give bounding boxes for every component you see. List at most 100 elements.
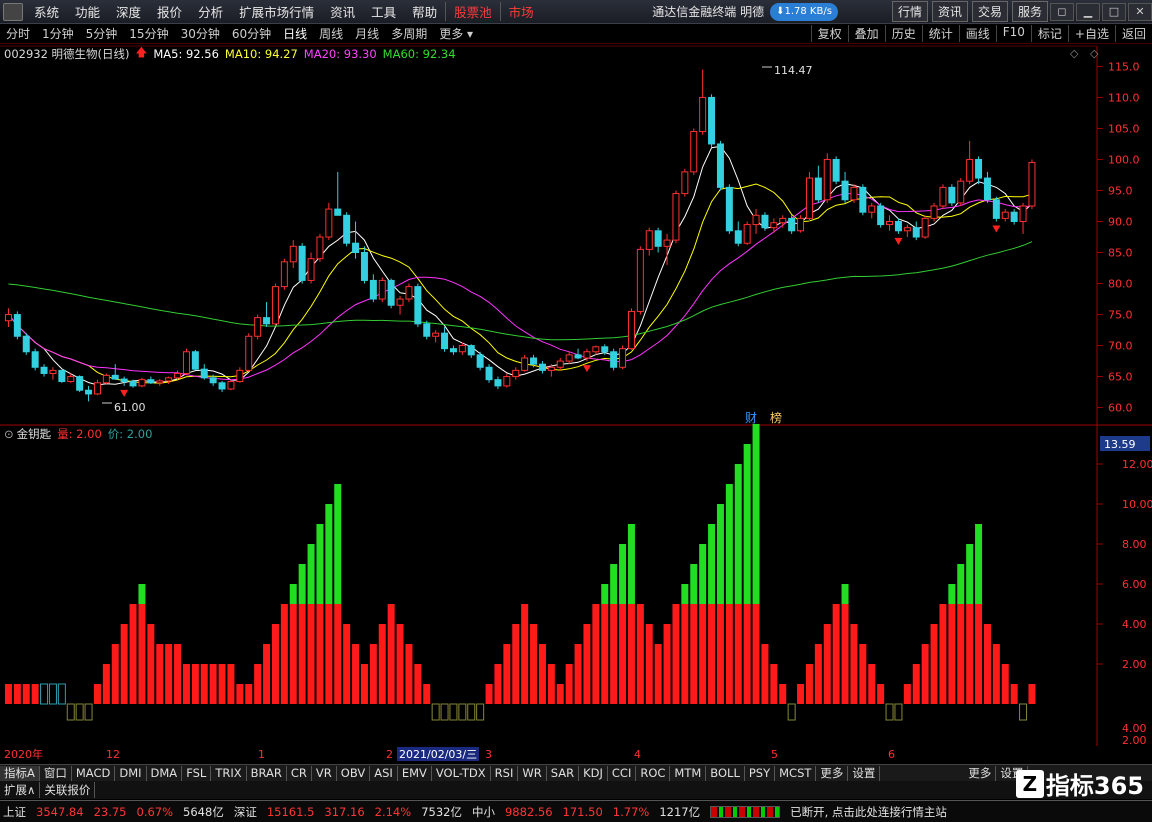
period-weekly[interactable]: 周线 (313, 25, 349, 42)
connection-status[interactable]: 已断开, 点击此处连接行情主站 (790, 804, 947, 820)
tab-vr[interactable]: VR (312, 765, 337, 781)
period-15min[interactable]: 15分钟 (123, 25, 174, 42)
tab-trix[interactable]: TRIX (211, 765, 247, 781)
tab-brar[interactable]: BRAR (247, 765, 287, 781)
trade-button[interactable]: 交易 (971, 1, 1008, 22)
period-1min[interactable]: 1分钟 (36, 25, 80, 42)
menu-item-help[interactable]: 帮助 (404, 2, 445, 21)
tool-mark[interactable]: 标记 (1030, 25, 1068, 42)
menu-item-analysis[interactable]: 分析 (190, 2, 231, 21)
period-daily[interactable]: 日线 (277, 25, 313, 42)
period-5min[interactable]: 5分钟 (80, 25, 124, 42)
candle-body (254, 317, 262, 337)
maximize-window-icon[interactable]: □ (1102, 2, 1126, 21)
sz-index-name[interactable]: 深证 (234, 804, 257, 820)
period-60min[interactable]: 60分钟 (226, 25, 277, 42)
tab-more[interactable]: 更多 (816, 765, 849, 781)
tab-mcst[interactable]: MCST (775, 765, 817, 781)
tab-wr[interactable]: WR (518, 765, 547, 781)
menu-item-function[interactable]: 功能 (67, 2, 108, 21)
indicator-bar-neutral (449, 703, 458, 721)
menu-item-system[interactable]: 系统 (26, 2, 67, 21)
sz-index-value: 15161.5 (266, 804, 315, 819)
service-button[interactable]: 服务 (1011, 1, 1048, 22)
tab-sar[interactable]: SAR (547, 765, 580, 781)
candle-body (182, 351, 190, 374)
tab-more-right[interactable]: 更多 (964, 765, 997, 781)
candle-body (877, 205, 885, 226)
period-30min[interactable]: 30分钟 (175, 25, 226, 42)
tab-dma[interactable]: DMA (147, 765, 183, 781)
tool-back[interactable]: 返回 (1114, 25, 1152, 42)
menu-item-depth[interactable]: 深度 (108, 2, 149, 21)
indicator-bar-red (405, 644, 413, 704)
tab-cci[interactable]: CCI (608, 765, 637, 781)
tool-statistics[interactable]: 统计 (921, 25, 959, 42)
tool-history[interactable]: 历史 (884, 25, 922, 42)
sh-index-change: 23.75 (93, 804, 127, 819)
indicator-bar-neutral (431, 703, 440, 721)
zx-index-name[interactable]: 中小 (472, 804, 495, 820)
tool-f10[interactable]: F10 (995, 25, 1031, 42)
menu-item-quote[interactable]: 报价 (149, 2, 190, 21)
candle-body (921, 217, 929, 238)
indicator-bar-green (289, 584, 297, 604)
menu-item-ext-market[interactable]: 扩展市场行情 (231, 2, 322, 21)
ranking-badge[interactable]: 榜 (770, 410, 782, 425)
chart-area[interactable]: 115.0 110.0 105.0 100.0 95.0 90.0 85.0 80.0 75.0… (0, 44, 1152, 746)
menu-item-tools[interactable]: 工具 (363, 2, 404, 21)
tool-adjust[interactable]: 复权 (810, 25, 848, 42)
related-quotes-button[interactable]: 关联报价 (40, 782, 96, 798)
menu-item-stock-pool[interactable]: 股票池 (445, 2, 500, 21)
candle-body (1001, 211, 1009, 219)
tab-emv[interactable]: EMV (398, 765, 432, 781)
tab-vol-tdx[interactable]: VOL-TDX (432, 765, 491, 781)
indicator-bar-red (236, 684, 244, 704)
menu-item-info[interactable]: 资讯 (322, 2, 363, 21)
tab-asi[interactable]: ASI (370, 765, 398, 781)
indicator-bar-red (547, 664, 555, 704)
indicator-bar-green (298, 564, 306, 604)
minimize-window-icon[interactable]: ▁ (1076, 2, 1100, 21)
tool-add-watchlist[interactable]: +自选 (1067, 25, 1115, 42)
tool-overlay[interactable]: 叠加 (847, 25, 885, 42)
tab-psy[interactable]: PSY (745, 765, 776, 781)
indicator-bar-green (752, 424, 760, 604)
menu-item-market[interactable]: 市场 (499, 2, 542, 21)
tab-roc[interactable]: ROC (636, 765, 671, 781)
expand-button[interactable]: 扩展∧ (0, 782, 41, 798)
quotes-button[interactable]: 行情 (891, 1, 928, 22)
indicator-bar-green (743, 444, 751, 604)
tab-cr[interactable]: CR (287, 765, 312, 781)
period-intraday[interactable]: 分时 (0, 25, 36, 42)
indicator-tick-label: 12.00 (1122, 458, 1152, 471)
close-window-icon[interactable]: ✕ (1128, 2, 1152, 21)
tab-macd[interactable]: MACD (72, 765, 116, 781)
indicator-toggle-icon[interactable]: ⊙ (4, 427, 14, 441)
period-more[interactable]: 更多 ▾ (433, 25, 479, 42)
finance-badge[interactable]: 财 (745, 411, 757, 425)
period-multi[interactable]: 多周期 (385, 25, 433, 42)
tab-obv[interactable]: OBV (337, 765, 371, 781)
indicator-bar-green (708, 524, 716, 604)
tab-boll[interactable]: BOLL (706, 765, 745, 781)
tab-dmi[interactable]: DMI (115, 765, 147, 781)
candle-body (102, 374, 110, 384)
tab-indicator-a[interactable]: 指标A (0, 765, 40, 781)
indicator-bar-red (716, 604, 724, 704)
tool-draw-line[interactable]: 画线 (958, 25, 996, 42)
tab-fsl[interactable]: FSL (182, 765, 212, 781)
candle-body (654, 230, 662, 247)
sh-index-name[interactable]: 上证 (3, 804, 26, 820)
restore-window-icon[interactable]: ◻ (1050, 2, 1074, 21)
news-button[interactable]: 资讯 (931, 1, 968, 22)
tab-mtm[interactable]: MTM (670, 765, 707, 781)
tab-kdj[interactable]: KDJ (579, 765, 608, 781)
period-monthly[interactable]: 月线 (349, 25, 385, 42)
candle-body (716, 143, 724, 188)
tab-window[interactable]: 窗口 (40, 765, 72, 781)
candle-body (859, 186, 867, 213)
tab-rsi[interactable]: RSI (491, 765, 519, 781)
indicator-bar-red (850, 624, 858, 704)
tab-settings[interactable]: 设置 (848, 765, 881, 781)
